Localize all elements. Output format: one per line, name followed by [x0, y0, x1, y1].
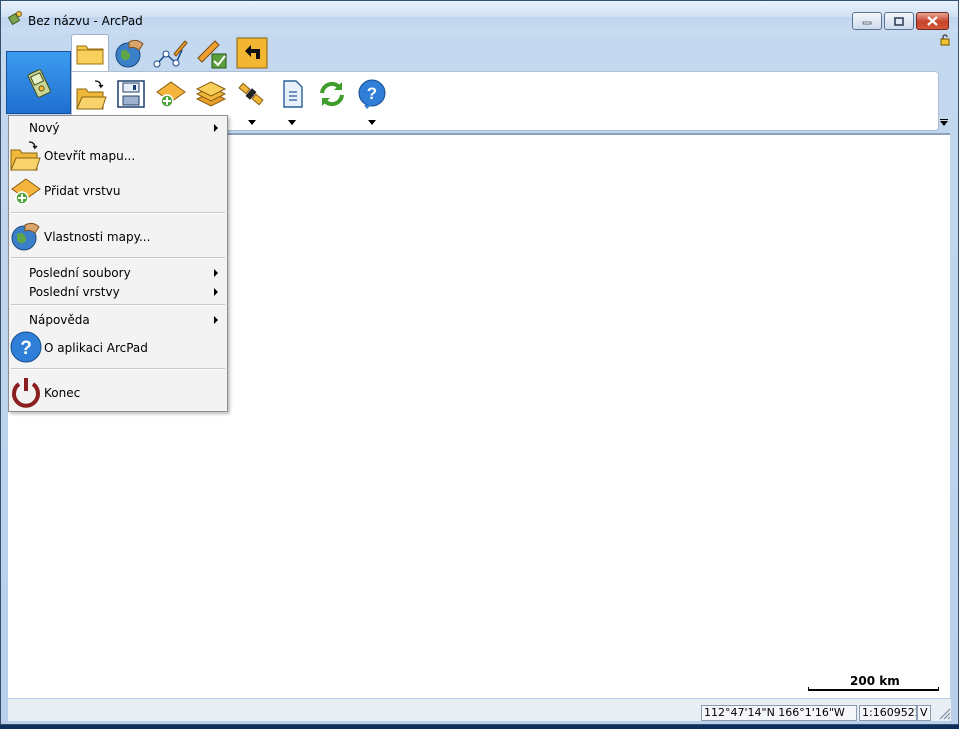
save-disk-icon [117, 80, 145, 108]
power-icon [12, 378, 40, 408]
pencil-check-icon [197, 39, 227, 68]
ribbon-overflow-bar [940, 119, 948, 120]
open-map-button[interactable] [74, 77, 108, 111]
minimize-button[interactable] [852, 12, 882, 30]
menu-item-label: Nový [29, 121, 60, 135]
gps-button[interactable] [234, 77, 268, 111]
refresh-icon [320, 81, 344, 107]
layers-button[interactable] [194, 77, 228, 111]
help-icon: ? [358, 79, 386, 109]
tab-file[interactable] [71, 34, 109, 72]
close-button[interactable] [916, 12, 949, 30]
scale-bar [808, 687, 939, 691]
folder-icon [76, 45, 104, 64]
tab-qa[interactable] [193, 34, 231, 71]
maximize-icon [894, 16, 904, 26]
ribbon-overflow-button[interactable] [940, 121, 948, 126]
open-folder-icon [10, 141, 41, 171]
menu-item-about[interactable]: ? O aplikaci ArcPad [9, 331, 227, 363]
arcpad-satellite-icon [8, 11, 22, 26]
document-icon [283, 80, 303, 108]
svg-text:?: ? [367, 84, 377, 103]
back-arrow-icon [236, 37, 268, 68]
menu-item-exit[interactable]: Konec [9, 378, 227, 408]
resize-grip-icon[interactable] [937, 706, 951, 720]
minimize-icon [862, 21, 872, 25]
submenu-arrow-icon [214, 269, 218, 277]
svg-text:?: ? [20, 338, 32, 359]
refresh-button[interactable] [315, 77, 349, 111]
menu-item-label: Vlastnosti mapy... [44, 230, 151, 244]
scale-bar-label: 200 km [850, 674, 900, 688]
help-icon: ? [10, 331, 42, 363]
edit-vertices-icon [153, 39, 188, 67]
menu-item-map-properties[interactable]: Vlastnosti mapy... [9, 222, 227, 251]
open-folder-icon [76, 80, 107, 110]
layers-dropdown-arrow[interactable] [248, 120, 256, 125]
help-dropdown-arrow[interactable] [368, 120, 376, 125]
layers-icon [195, 81, 227, 107]
menu-item-label: Přidat vrstvu [44, 184, 121, 198]
menu-item-help[interactable]: Nápověda [9, 310, 227, 330]
file-menu: Nový Otevřít mapu... Přidat vrstvu Vlast… [8, 115, 228, 412]
status-extra: V [917, 705, 931, 721]
gps-satellite-icon [238, 82, 264, 106]
add-layer-icon [11, 178, 41, 205]
globe-hand-icon [115, 39, 144, 67]
menu-item-label: Otevřít mapu... [44, 149, 136, 163]
tab-edit[interactable] [151, 34, 189, 71]
window-title: Bez názvu - ArcPad [28, 14, 143, 28]
menu-separator [11, 212, 225, 214]
menu-separator [11, 368, 225, 370]
arcpad-window: Bez názvu - ArcPad ? 200 km 112°47'14"N … [0, 0, 959, 725]
globe-hand-icon [11, 222, 40, 251]
menu-item-label: O aplikaci ArcPad [44, 341, 148, 355]
menu-item-label: Nápověda [29, 313, 90, 327]
maximize-button[interactable] [884, 12, 914, 30]
status-scale[interactable]: 1:16095228 [859, 705, 917, 721]
submenu-arrow-icon [214, 316, 218, 324]
menu-item-open-map[interactable]: Otevřít mapu... [9, 141, 227, 171]
help-button[interactable]: ? [355, 77, 389, 111]
menu-separator [11, 257, 225, 259]
menu-item-label: Konec [44, 386, 81, 400]
status-coordinates: 112°47'14"N 166°1'16"W [701, 705, 857, 721]
submenu-arrow-icon [214, 288, 218, 296]
menu-item-label: Poslední vrstvy [29, 285, 120, 299]
menu-item-recent-layers[interactable]: Poslední vrstvy [9, 282, 227, 302]
menu-separator [11, 304, 225, 306]
title-bar[interactable]: Bez názvu - ArcPad [1, 1, 958, 33]
close-icon [927, 16, 938, 26]
add-layer-button[interactable] [154, 77, 188, 111]
menu-item-label: Poslední soubory [29, 266, 131, 280]
document-button[interactable] [276, 77, 310, 111]
add-layer-icon [156, 81, 186, 108]
save-button[interactable] [114, 77, 148, 111]
tab-row [71, 34, 281, 72]
document-dropdown-arrow[interactable] [288, 120, 296, 125]
tab-back[interactable] [233, 34, 271, 71]
app-menu-button[interactable] [6, 51, 71, 114]
menu-item-recent-files[interactable]: Poslední soubory [9, 263, 227, 283]
menu-item-new[interactable]: Nový [9, 118, 227, 138]
menu-item-add-layer[interactable]: Přidat vrstvu [9, 178, 227, 205]
tab-map[interactable] [111, 34, 149, 71]
submenu-arrow-icon [214, 124, 218, 132]
gps-device-icon [27, 68, 51, 98]
lock-icon[interactable] [940, 34, 950, 46]
